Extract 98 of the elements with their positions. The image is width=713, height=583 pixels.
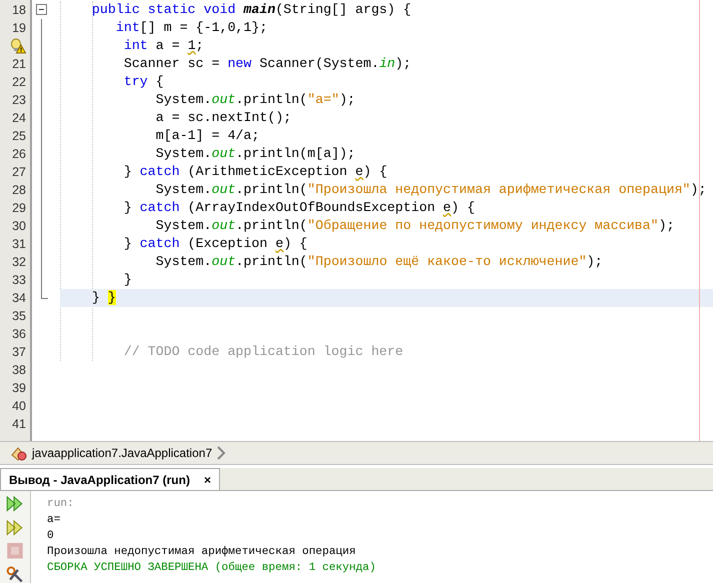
code-text: }	[122, 200, 133, 215]
keyword-text: int	[114, 20, 140, 35]
code-text: (String[] args) {	[275, 2, 412, 17]
keyword-text: catch	[140, 164, 180, 179]
warning-bulb-icon[interactable]	[10, 38, 26, 54]
code-text: (Exception	[186, 236, 268, 251]
code-text: }	[122, 272, 132, 287]
code-text: ) {	[363, 164, 388, 179]
breadcrumb-item[interactable]: javaapplication7.JavaApplication7	[32, 446, 212, 460]
output-tab[interactable]: Вывод - JavaApplication7 (run) ×	[0, 468, 220, 490]
code-text: .println(	[236, 254, 308, 269]
code-text: );	[395, 56, 412, 71]
field-name: out	[212, 92, 236, 107]
code-text: a = sc.nextInt();	[154, 110, 292, 125]
code-text: System.	[154, 92, 212, 107]
line-number: 35	[12, 308, 26, 325]
warned-code-text: e	[355, 164, 364, 179]
line-number: 19	[12, 20, 26, 37]
string-literal: "Произошла недопустимая арифметическая операция"	[307, 182, 690, 197]
code-text: .println(	[236, 182, 308, 197]
code-text: );	[586, 254, 603, 269]
console-line: run:	[47, 498, 74, 510]
close-icon[interactable]: ×	[204, 472, 211, 486]
code-text: (ArithmeticException	[186, 164, 348, 179]
code-text: .println(m[a]);	[236, 146, 356, 161]
line-number: 40	[12, 398, 26, 415]
line-number: 22	[12, 74, 26, 91]
rerun-icon[interactable]	[6, 518, 24, 536]
line-number: 37	[12, 344, 26, 361]
code-text: (ArrayIndexOutOfBoundsException	[186, 200, 436, 215]
line-number: 38	[12, 362, 26, 379]
code-text: ) {	[283, 236, 308, 251]
code-text: ;	[196, 38, 204, 53]
field-name: out	[212, 218, 236, 233]
console-line: Произошла недопустимая арифметическая операция	[47, 546, 356, 558]
line-number: 23	[12, 92, 26, 109]
line-number: 34	[12, 290, 26, 307]
line-number: 39	[12, 380, 26, 397]
string-literal: "Обращение по недопустимому индексу массива"	[307, 218, 658, 233]
chevron-icon[interactable]	[216, 445, 226, 461]
field-name: in	[379, 56, 396, 71]
line-number: 36	[12, 326, 26, 343]
keyword-text: int	[122, 38, 148, 53]
code-text: );	[339, 92, 356, 107]
line-number: 41	[12, 416, 26, 433]
class-icon	[10, 445, 28, 461]
code-text: m[a-1] = 4/a;	[154, 128, 260, 143]
line-number: 32	[12, 254, 26, 271]
warned-code-text: e	[443, 200, 452, 215]
line-number: 21	[12, 56, 26, 73]
line-number: 29	[12, 200, 26, 217]
string-literal: "a="	[307, 92, 340, 107]
code-text: System.	[154, 218, 212, 233]
code-comment: // TODO code application logic here	[122, 344, 404, 359]
line-number: 30	[12, 218, 26, 235]
code-text: System.	[154, 182, 212, 197]
code-text: }	[90, 290, 101, 305]
code-text: .println(	[236, 92, 308, 107]
keyword-text: try	[122, 74, 148, 89]
console-line: a=	[47, 514, 60, 526]
code-text: );	[658, 218, 674, 233]
code-text: ) {	[451, 200, 475, 215]
line-number: 31	[12, 236, 26, 253]
line-number: 26	[12, 146, 26, 163]
field-name: out	[212, 146, 236, 161]
collapse-icon[interactable]	[36, 4, 47, 15]
line-number: 27	[12, 164, 26, 181]
keyword-text: catch	[140, 200, 180, 215]
code-text: {	[154, 74, 164, 89]
rerun-icon[interactable]	[6, 495, 24, 512]
code-text: [] m = {-1,0,1};	[140, 20, 268, 35]
code-text: a =	[154, 38, 181, 53]
keyword-text: public static void	[90, 2, 237, 17]
code-text: Scanner sc =	[122, 56, 221, 71]
line-number: 25	[12, 128, 26, 145]
matched-brace: }	[108, 290, 116, 305]
keyword-text: catch	[140, 236, 180, 251]
keyword-text: new	[228, 56, 252, 71]
field-name: out	[212, 254, 236, 269]
warned-code-text: 1	[188, 38, 196, 53]
code-text: Scanner(System.	[258, 56, 380, 71]
line-number: 18	[12, 2, 26, 19]
code-text: System.	[154, 146, 212, 161]
string-literal: "Произошло ещё какое-то исключение"	[307, 254, 587, 269]
line-number: 24	[12, 110, 26, 127]
method-name: main	[244, 2, 276, 17]
console-line: СБОРКА УСПЕШНО ЗАВЕРШЕНА (общее время: 1 секунда)	[47, 562, 376, 574]
code-text: .println(	[236, 218, 308, 233]
settings-icon[interactable]	[6, 566, 24, 583]
code-text: System.	[154, 254, 212, 269]
line-number: 28	[12, 182, 26, 199]
warned-code-text: e	[275, 236, 284, 251]
field-name: out	[212, 182, 236, 197]
line-number: 33	[12, 272, 26, 289]
code-text: );	[690, 182, 706, 197]
code-text: }	[122, 236, 133, 251]
console-line: 0	[47, 530, 54, 542]
code-text: }	[122, 164, 133, 179]
